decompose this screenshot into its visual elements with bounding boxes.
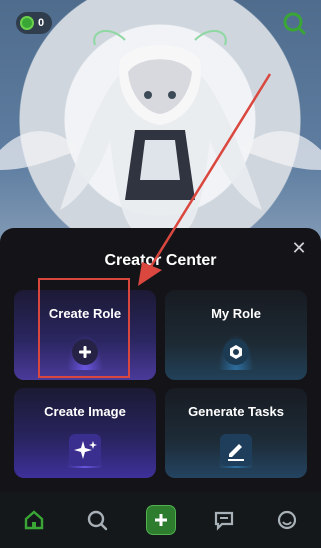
chat-icon [215, 511, 234, 531]
search-icon [87, 510, 107, 531]
home-icon [24, 510, 44, 530]
screen: 0 ✕ Creator Center Create Role My Role C… [0, 0, 321, 548]
profile-icon [277, 510, 297, 530]
annotation-arrow [138, 73, 272, 286]
add-icon [154, 514, 167, 526]
nav-chat[interactable] [210, 506, 238, 534]
nav-profile[interactable] [273, 506, 301, 534]
bottom-navigation [0, 492, 321, 548]
nav-add-button[interactable] [145, 505, 176, 535]
nav-search[interactable] [83, 506, 111, 534]
nav-home[interactable] [20, 506, 48, 534]
